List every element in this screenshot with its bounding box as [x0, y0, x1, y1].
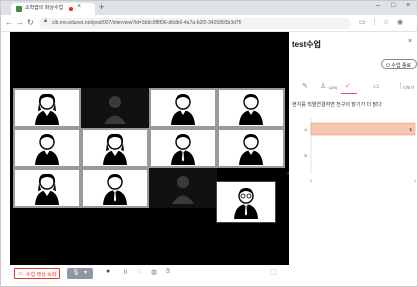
chart-bar	[310, 122, 416, 136]
browser-window: 소학습의 화상수업 × + – □ × ← → ↻ 🔒︎ clb.mo.edun…	[0, 0, 418, 287]
chart-category-label: A	[304, 127, 307, 132]
fullscreen-icon[interactable]: ⬚	[270, 268, 277, 276]
participant-avatar-icon	[103, 133, 127, 165]
participant-avatar-icon	[234, 188, 258, 219]
minimize-icon[interactable]: –	[376, 2, 380, 9]
participant-video-tile[interactable]	[81, 128, 149, 168]
participant-avatar-icon	[103, 174, 127, 205]
extensions-icon[interactable]: ⋮	[371, 18, 378, 26]
video-stage	[10, 32, 289, 265]
window-close-icon[interactable]: ×	[406, 2, 410, 9]
chart-tick-label: 1	[414, 178, 417, 183]
tab-screen-icon[interactable]: ▭	[373, 82, 380, 90]
participant-avatar-icon	[35, 173, 59, 205]
camera-dot-icon[interactable]: ●	[106, 268, 110, 275]
participant-video-tile[interactable]	[149, 88, 217, 128]
quiz-question: 현지를 직렬연결하면 전구의 밝기가 더 밝다	[292, 102, 382, 108]
participant-video-tile[interactable]	[217, 128, 285, 168]
participant-video-tile[interactable]	[13, 128, 81, 168]
side-panel: test수업 × ⏻ 수업 종료 ✎ ♙ (2/0) ✓ ▭ ⋮ 더보기 현지를…	[289, 32, 417, 286]
navigation-bar: ← → ↻ 🔒︎ clb.mo.edunet.net/pod/007/inter…	[1, 15, 417, 32]
favicon-icon	[16, 6, 22, 12]
class-toolbar: ▭ 수업 영상 녹화 🎙︎ ▾ ● ॥ ◌ ◍ ✋︎ ⬚	[10, 265, 289, 283]
address-bar[interactable]: 🔒︎ clb.mo.edunet.net/pod/007/interview?i…	[39, 18, 351, 29]
participant-video-tile[interactable]	[81, 88, 149, 128]
cast-icon[interactable]: ▭	[359, 18, 366, 26]
pause-icon[interactable]: ॥	[123, 268, 127, 277]
end-class-button[interactable]: ⏻ 수업 종료	[381, 59, 417, 69]
new-tab-icon[interactable]: +	[99, 2, 104, 12]
participant-avatar-icon	[35, 93, 59, 125]
participant-video-tile[interactable]	[149, 128, 217, 168]
quiz-result-chart: A 1B0 1	[304, 118, 417, 183]
browser-tab[interactable]: 소학습의 화상수업 ×	[11, 3, 95, 15]
participant-avatar-icon	[239, 94, 263, 125]
participant-avatar-icon	[171, 94, 195, 125]
tab-title: 소학습의 화상수업	[25, 5, 64, 11]
profile-icon[interactable]: ◉	[397, 18, 403, 26]
participant-avatar-icon	[171, 134, 195, 165]
forward-icon[interactable]: →	[16, 18, 24, 27]
tab-close-icon[interactable]: ×	[77, 3, 81, 10]
url-text: clb.mo.edunet.net/pod/007/interview?id=3…	[52, 20, 242, 26]
active-speaker-video[interactable]	[216, 181, 276, 223]
record-label: 수업 영상 녹화	[26, 272, 57, 278]
hand-icon[interactable]: ✋︎	[166, 268, 170, 276]
participant-video-tile[interactable]	[13, 168, 81, 208]
reload-icon[interactable]: ↻	[27, 18, 34, 27]
chat-icon[interactable]: ◍	[151, 268, 157, 276]
active-tab-underline	[341, 93, 357, 94]
end-class-label: ⏻ 수업 종료	[386, 63, 412, 69]
tab-quiz-icon[interactable]: ✓	[345, 82, 351, 90]
participant-video-tile[interactable]	[149, 168, 217, 208]
record-class-button[interactable]: ▭ 수업 영상 녹화	[14, 268, 60, 279]
chart-category-label: B	[304, 153, 307, 158]
tab-participants-count: (2/0)	[329, 85, 338, 90]
participant-video-tile[interactable]	[81, 168, 149, 208]
participant-video-tile[interactable]	[13, 88, 81, 128]
microphone-button[interactable]: 🎙︎ ▾	[67, 268, 93, 279]
maximize-icon[interactable]: □	[391, 2, 395, 9]
tab-notes-icon[interactable]: ✎	[302, 82, 308, 90]
participant-video-tile[interactable]	[217, 88, 285, 128]
tab-strip: 소학습의 화상수업 × + – □ ×	[1, 1, 417, 15]
bookmark-star-icon[interactable]: ☆	[383, 18, 389, 26]
empty-avatar-icon	[172, 176, 194, 204]
back-icon[interactable]: ←	[5, 18, 13, 27]
recording-dot-icon	[69, 7, 73, 11]
mic-dropdown-icon: ▾	[84, 270, 88, 276]
participant-avatar-icon	[239, 134, 263, 165]
chart-tick-label: 0	[310, 178, 313, 183]
class-title: test수업	[292, 40, 321, 49]
microphone-icon: 🎙︎	[72, 270, 80, 276]
tab-participants-icon[interactable]: ♙	[320, 82, 326, 90]
lock-icon: 🔒︎	[44, 18, 48, 24]
panel-close-icon[interactable]: ×	[408, 38, 412, 45]
screen-share-icon[interactable]: ◌	[137, 268, 141, 275]
participant-avatar-icon	[35, 134, 59, 165]
tab-more-label: 더보기	[403, 85, 415, 90]
record-icon: ▭	[18, 271, 23, 277]
empty-avatar-icon	[104, 96, 126, 124]
